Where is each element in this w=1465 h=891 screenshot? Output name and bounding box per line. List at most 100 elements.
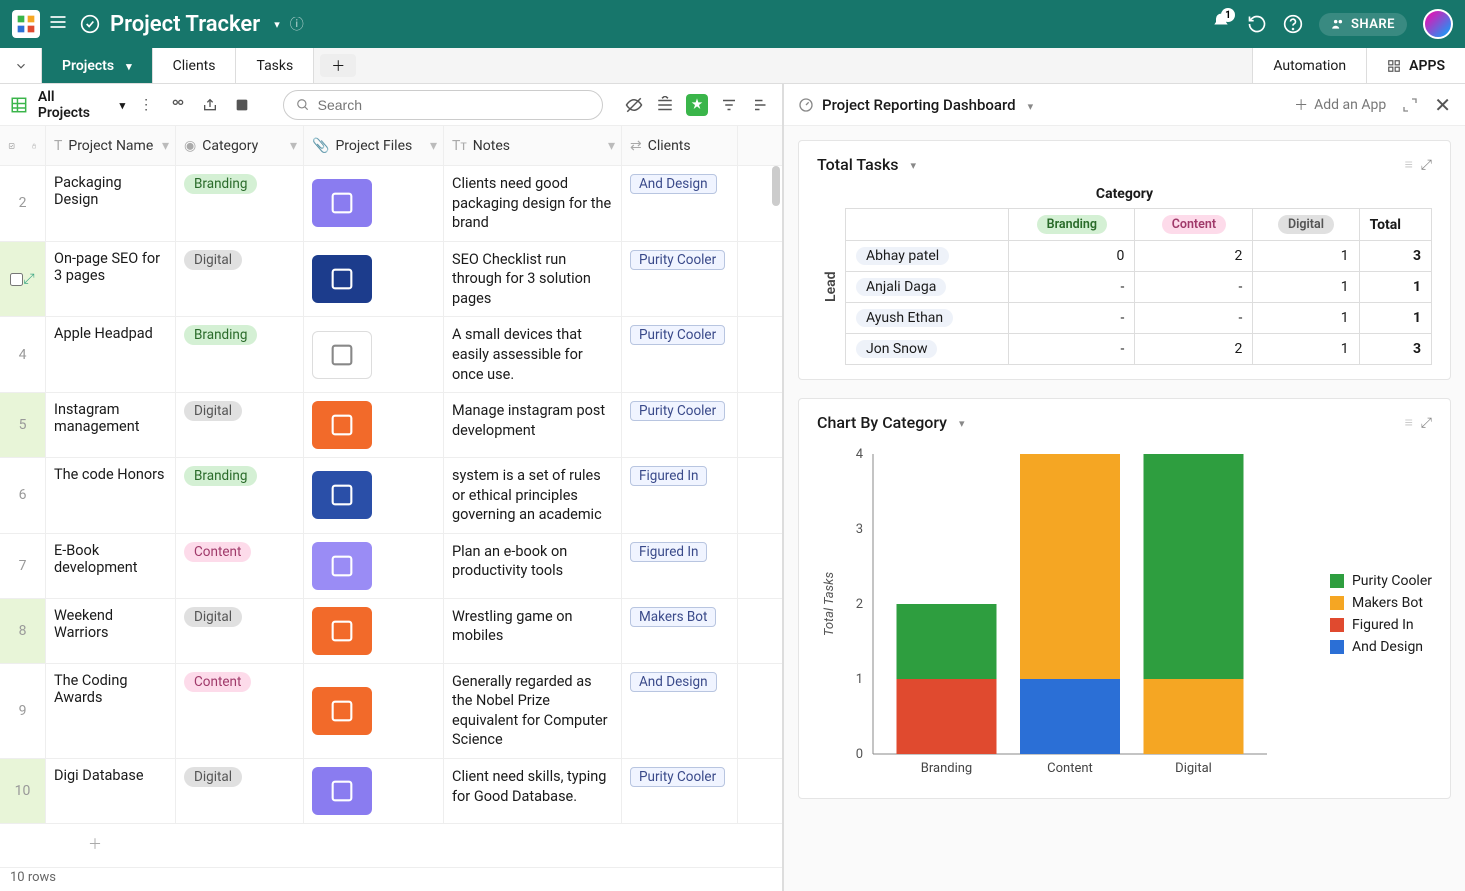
tab-apps[interactable]: APPS [1366,48,1465,83]
table-row[interactable]: 2Packaging DesignBrandingClients need go… [0,166,782,242]
hide-fields-icon[interactable] [623,94,645,116]
table-row[interactable]: 5Instagram managementDigitalManage insta… [0,393,782,458]
cell-file[interactable] [304,599,444,663]
column-project-name[interactable]: T Project Name ▾ [46,126,176,165]
cell-notes[interactable]: SEO Checklist run through for 3 solution… [444,242,622,317]
cell-notes[interactable]: Client need skills, typing for Good Data… [444,759,622,823]
cell-file[interactable] [304,664,444,758]
cell-category[interactable]: Digital [176,759,304,823]
user-avatar[interactable] [1423,9,1453,39]
view-name-dropdown[interactable]: All Projects [38,89,125,121]
cell-project-name[interactable]: On-page SEO for 3 pages [46,242,176,317]
file-thumbnail[interactable] [312,255,372,303]
search-field[interactable] [283,90,603,120]
cell-project-name[interactable]: E-Book development [46,534,176,598]
file-thumbnail[interactable] [312,542,372,590]
filter-icon[interactable] [718,94,740,116]
cell-notes[interactable]: system is a set of rules or ethical prin… [444,458,622,533]
client-chip[interactable]: Purity Cooler [630,767,725,787]
column-checkbox-all[interactable] [0,126,46,165]
sort-icon[interactable] [750,94,772,116]
cell-project-name[interactable]: Instagram management [46,393,176,457]
client-chip[interactable]: Purity Cooler [630,325,725,345]
cell-notes[interactable]: Manage instagram post development [444,393,622,457]
cell-project-name[interactable]: The code Honors [46,458,176,533]
cell-file[interactable] [304,393,444,457]
app-logo[interactable] [12,10,40,38]
column-notes[interactable]: Tᴛ Notes ▾ [444,126,622,165]
cell-file[interactable] [304,317,444,392]
cell-category[interactable]: Branding [176,458,304,533]
cell-client[interactable]: Figured In [622,458,738,533]
client-chip[interactable]: Purity Cooler [630,401,725,421]
expand-tabs-button[interactable] [0,48,42,83]
collaborators-icon[interactable] [167,94,189,116]
cell-project-name[interactable]: Digi Database [46,759,176,823]
cell-client[interactable]: Figured In [622,534,738,598]
tab-tasks[interactable]: Tasks [236,48,314,83]
table-row[interactable]: ⤢ On-page SEO for 3 pagesDigital SEO Check… [0,242,782,318]
more-options-icon[interactable]: ⋮ [135,94,157,116]
cell-file[interactable] [304,166,444,241]
tab-projects[interactable]: Projects [42,48,153,83]
scrollbar-thumb[interactable] [772,166,780,206]
client-chip[interactable]: Figured In [630,542,707,562]
cell-file[interactable] [304,759,444,823]
cell-client[interactable]: Makers Bot [622,599,738,663]
cell-notes[interactable]: A small devices that easily assessible f… [444,317,622,392]
hamburger-icon[interactable] [48,12,68,36]
cell-project-name[interactable]: Weekend Warriors [46,599,176,663]
cell-category[interactable]: Branding [176,317,304,392]
cell-notes[interactable]: Plan an e-book on productivity tools [444,534,622,598]
cell-notes[interactable]: Generally regarded as the Nobel Prize eq… [444,664,622,758]
client-chip[interactable]: Figured In [630,466,707,486]
row-checkbox[interactable] [10,273,23,286]
drag-handle-icon[interactable]: ≡ [1405,156,1413,173]
share-button[interactable]: SHARE [1319,13,1407,36]
file-thumbnail[interactable] [312,401,372,449]
cell-category[interactable]: Content [176,534,304,598]
tab-clients[interactable]: Clients [153,48,237,83]
cell-project-name[interactable]: The Coding Awards [46,664,176,758]
file-thumbnail[interactable] [312,607,372,655]
help-icon[interactable] [1283,14,1303,34]
tab-automation[interactable]: Automation [1252,48,1366,83]
client-chip[interactable]: And Design [630,672,717,692]
grid-body[interactable]: 2Packaging DesignBrandingClients need go… [0,166,782,867]
table-row[interactable]: 8Weekend WarriorsDigitalWrestling game o… [0,599,782,664]
notifications-button[interactable]: 1 [1211,12,1231,36]
client-chip[interactable]: And Design [630,174,717,194]
cell-client[interactable]: And Design [622,664,738,758]
cell-project-name[interactable]: Apple Headpad [46,317,176,392]
title-dropdown[interactable] [270,16,280,32]
cell-file[interactable] [304,242,444,317]
add-tab-button[interactable]: ＋ [320,54,356,77]
client-chip[interactable]: Purity Cooler [630,250,725,270]
add-row-button[interactable]: ＋ [0,824,782,864]
cell-notes[interactable]: Clients need good packaging design for t… [444,166,622,241]
column-category[interactable]: ◉ Category ▾ [176,126,304,165]
expand-widget-icon[interactable]: ⤢ [1421,157,1432,173]
file-thumbnail[interactable] [312,331,372,379]
close-panel-button[interactable]: ✕ [1434,93,1451,117]
column-clients[interactable]: ⇄ Clients [622,126,738,165]
table-row[interactable]: 10Digi DatabaseDigitalClient need skills… [0,759,782,824]
history-icon[interactable] [1247,14,1267,34]
widget-dropdown[interactable] [907,157,917,173]
table-row[interactable]: 6The code HonorsBrandingsystem is a set … [0,458,782,534]
row-height-icon[interactable] [655,94,677,116]
legend-item[interactable]: Purity Cooler [1330,573,1432,589]
table-row[interactable]: 9The Coding AwardsContentGenerally regar… [0,664,782,759]
search-input[interactable] [318,97,590,113]
drag-handle-icon[interactable]: ≡ [1405,414,1413,431]
file-thumbnail[interactable] [312,687,372,735]
dashboard-dropdown[interactable] [1024,96,1034,114]
cell-file[interactable] [304,458,444,533]
expand-widget-icon[interactable]: ⤢ [1421,415,1432,431]
cell-category[interactable]: Digital [176,393,304,457]
table-row[interactable]: 7E-Book developmentContentPlan an e-book… [0,534,782,599]
cell-category[interactable]: Digital [176,242,304,317]
cell-project-name[interactable]: Packaging Design [46,166,176,241]
expand-row-icon[interactable]: ⤢ [23,271,34,287]
cell-client[interactable]: And Design [622,166,738,241]
